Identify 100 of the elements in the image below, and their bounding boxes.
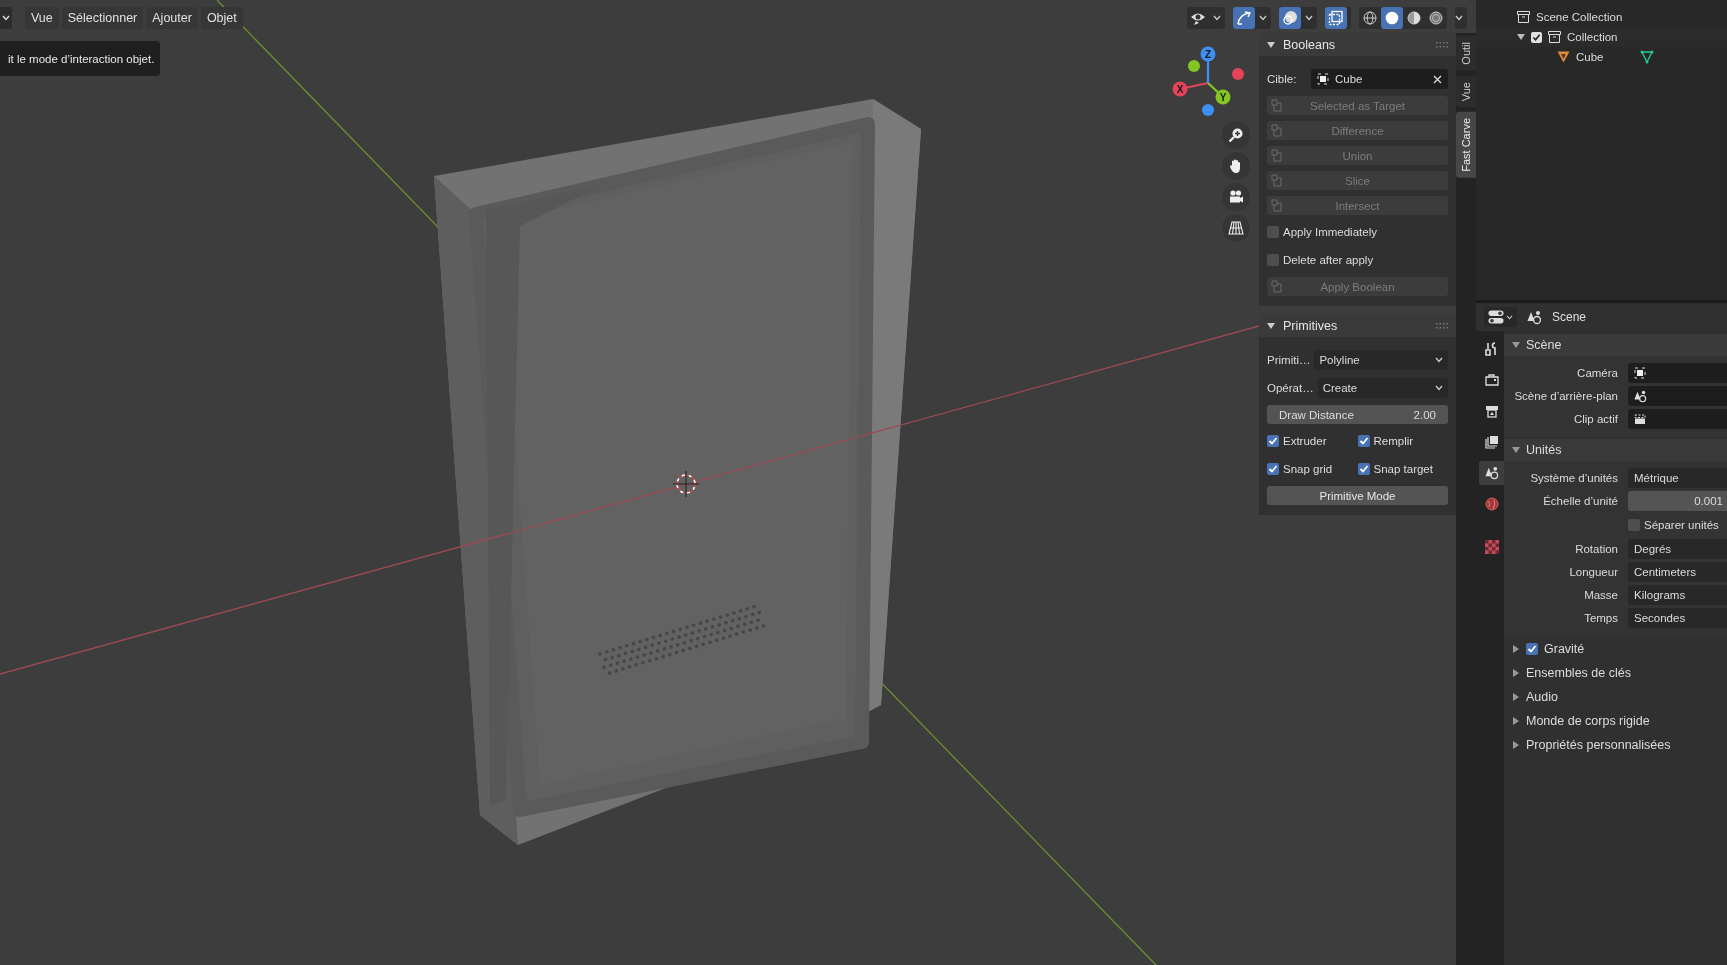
expand-arrow-icon[interactable]: [1517, 33, 1525, 41]
perspective-toggle-button[interactable]: [1222, 214, 1250, 242]
drag-handle-icon[interactable]: [1436, 322, 1448, 329]
property-label: Échelle d’unité: [1543, 495, 1618, 507]
outliner-item[interactable]: Collection: [1567, 31, 1618, 43]
checkbox[interactable]: [1531, 31, 1542, 43]
data-block-field[interactable]: [1628, 386, 1727, 406]
negative-y-axis-handle[interactable]: [1188, 60, 1200, 72]
checkbox-label: Séparer unités: [1644, 519, 1719, 531]
negative-x-axis-handle[interactable]: [1232, 68, 1244, 80]
dropdown[interactable]: Create: [1317, 378, 1448, 398]
mesh-data-icon[interactable]: [1639, 50, 1654, 64]
zoom-button[interactable]: [1222, 121, 1250, 149]
operator-icon: [1271, 280, 1284, 293]
checkmark-icon: [1358, 464, 1369, 474]
disclosure-triangle-icon: [1512, 446, 1520, 454]
3d-cursor-icon[interactable]: [672, 470, 700, 498]
camera-view-button[interactable]: [1222, 183, 1250, 211]
dropdown[interactable]: Centimeters: [1628, 562, 1727, 582]
operator-button[interactable]: Primitive Mode: [1267, 486, 1448, 505]
solid-shading-button[interactable]: [1381, 7, 1403, 29]
solid-sphere-icon: [1385, 11, 1399, 25]
drag-handle-icon[interactable]: [1436, 41, 1448, 48]
data-block-field[interactable]: [1628, 409, 1727, 429]
menu-item[interactable]: Ajouter: [146, 7, 198, 29]
xray-toggle[interactable]: [1325, 7, 1351, 29]
sidebar-tab[interactable]: Outil: [1456, 36, 1476, 71]
checkbox[interactable]: [1267, 435, 1279, 447]
checkbox[interactable]: [1357, 463, 1370, 475]
number-field[interactable]: Draw Distance 2.00: [1267, 405, 1448, 424]
menu-item[interactable]: Objet: [200, 7, 243, 29]
printer-icon: [1484, 404, 1499, 418]
checkbox[interactable]: [1267, 254, 1279, 266]
arrows-icon: [1236, 10, 1252, 26]
checkbox-label: Snap target: [1373, 463, 1433, 475]
section-header[interactable]: Gravité: [1504, 638, 1727, 660]
dropdown[interactable]: Kilograms: [1628, 585, 1727, 605]
overlay-toggle[interactable]: [1279, 7, 1317, 29]
checkbox-label: Delete after apply: [1283, 254, 1374, 266]
checkbox[interactable]: [1267, 226, 1279, 238]
section-header[interactable]: Scène: [1504, 334, 1727, 356]
checkbox[interactable]: [1628, 519, 1640, 531]
section-header[interactable]: Unités: [1504, 439, 1727, 461]
section-header[interactable]: Propriétés personnalisées: [1504, 734, 1727, 756]
section-title: Gravité: [1544, 642, 1585, 656]
material-sphere-icon: [1407, 11, 1421, 25]
panel-header[interactable]: Primitives: [1259, 314, 1456, 337]
clapperboard-icon: [1634, 413, 1646, 425]
dropdown[interactable]: Secondes: [1628, 608, 1727, 628]
outliner-item[interactable]: Scene Collection: [1536, 11, 1623, 23]
target-object-field[interactable]: Cube: [1311, 69, 1448, 89]
pan-button[interactable]: [1222, 152, 1250, 180]
panel-title: Booleans: [1283, 37, 1337, 52]
mode-dropdown[interactable]: [0, 7, 12, 29]
editor-type-dropdown[interactable]: [1484, 307, 1517, 327]
panel-header[interactable]: Booleans: [1259, 33, 1456, 56]
sidebar-tab[interactable]: Vue: [1456, 75, 1476, 107]
number-field[interactable]: 0.001: [1628, 491, 1727, 511]
checkbox[interactable]: [1267, 463, 1279, 475]
operator-icon: [1271, 99, 1284, 112]
checkbox-label: Apply Immediately: [1283, 226, 1377, 238]
data-block-field[interactable]: [1628, 363, 1727, 383]
property-label: Temps: [1584, 612, 1618, 624]
property-label: Rotation: [1575, 543, 1618, 555]
caret-icon: [1435, 385, 1443, 391]
tooltip: it le mode d’interaction objet.: [0, 41, 160, 76]
caret-icon: [1259, 15, 1267, 21]
scene-icon: [1484, 466, 1499, 480]
scene-icon: [1634, 389, 1647, 403]
section-header[interactable]: Monde de corps rigide: [1504, 710, 1727, 732]
x-axis-handle[interactable]: X: [1172, 81, 1209, 97]
object-icon: [1317, 73, 1329, 85]
shading-dropdown[interactable]: [1455, 7, 1467, 29]
property-label: Longueur: [1569, 566, 1618, 578]
section-header[interactable]: Audio: [1504, 686, 1727, 708]
visibility-toggle[interactable]: [1187, 7, 1225, 29]
y-axis-handle[interactable]: Y: [1207, 82, 1231, 105]
checkbox[interactable]: [1526, 643, 1538, 655]
checkbox[interactable]: [1357, 435, 1370, 447]
dropdown[interactable]: Métrique: [1628, 468, 1727, 488]
section-header[interactable]: Ensembles de clés: [1504, 662, 1727, 684]
gizmo-toggle[interactable]: [1233, 7, 1271, 29]
z-axis-handle[interactable]: Z: [1200, 46, 1216, 83]
menu-item[interactable]: Vue: [25, 7, 59, 29]
section-title: Unités: [1526, 443, 1562, 457]
toggles-icon: [1488, 310, 1504, 324]
dropdown[interactable]: Polyline: [1314, 350, 1448, 370]
dropdown[interactable]: Degrés: [1628, 539, 1727, 559]
outliner-item[interactable]: Cube: [1576, 51, 1604, 63]
section-title: Scène: [1526, 338, 1562, 352]
checkmark-icon: [1532, 32, 1541, 42]
caret-icon: [1213, 15, 1221, 21]
menu-item[interactable]: Sélectionner: [61, 7, 144, 29]
negative-z-axis-handle[interactable]: [1202, 104, 1214, 116]
close-icon[interactable]: [1433, 74, 1442, 84]
xray-icon: [1328, 10, 1344, 26]
checkbox-label: Snap grid: [1283, 463, 1333, 475]
scene-tab[interactable]: [1479, 461, 1504, 485]
sidebar-tab[interactable]: Fast Carve: [1456, 111, 1476, 178]
dropdown-value: Create: [1322, 382, 1358, 394]
